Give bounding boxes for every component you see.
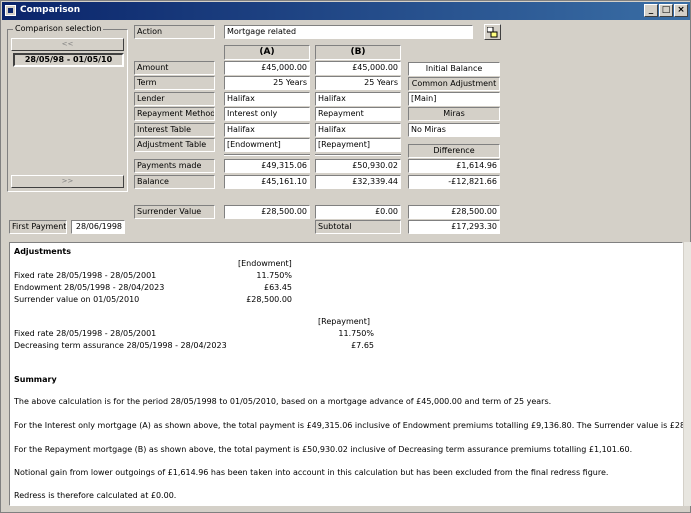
- first-payment-field[interactable]: 28/06/1998: [71, 220, 125, 234]
- endowment-row-label: Endowment 28/05/1998 - 28/04/2023: [14, 283, 165, 292]
- payments-made-diff-field[interactable]: £1,614.96: [408, 159, 500, 173]
- repayment-row-label: Fixed rate 28/05/1998 - 28/05/2001: [14, 329, 157, 338]
- maximize-icon[interactable]: □: [659, 4, 673, 17]
- adjustment-table-label: Adjustment Table: [134, 138, 215, 152]
- action-label: Action: [134, 25, 215, 39]
- amount-b-field[interactable]: £45,000.00: [315, 61, 401, 75]
- miras-label: Miras: [408, 107, 500, 121]
- payments-made-label: Payments made: [134, 159, 215, 173]
- app-icon: [5, 5, 16, 16]
- close-icon[interactable]: ×: [674, 4, 688, 17]
- term-a-field[interactable]: 25 Years: [224, 76, 310, 90]
- balance-diff-field[interactable]: -£12,821.66: [408, 175, 500, 189]
- calculator-button[interactable]: [484, 24, 501, 40]
- comparison-selection-title: Comparison selection: [13, 24, 104, 33]
- surrender-value-diff-field[interactable]: £28,500.00: [408, 205, 500, 219]
- term-label: Term: [134, 76, 215, 90]
- endowment-row-label: Surrender value on 01/05/2010: [14, 295, 140, 304]
- summary-heading: Summary: [14, 375, 57, 384]
- summary-paragraph: The above calculation is for the period …: [14, 397, 552, 406]
- lender-a-field[interactable]: Halifax: [224, 92, 310, 106]
- balance-label: Balance: [134, 175, 215, 189]
- interest-table-b-field[interactable]: Halifax: [315, 123, 401, 137]
- lender-label: Lender: [134, 92, 215, 106]
- subtotal-label: Subtotal: [315, 220, 401, 234]
- separator-b: [315, 154, 401, 156]
- repayment-method-b-field[interactable]: Repayment: [315, 107, 401, 121]
- comparison-selection-group: Comparison selection << 28/05/98 - 01/05…: [7, 24, 128, 192]
- amount-a-field[interactable]: £45,000.00: [224, 61, 310, 75]
- miras-field[interactable]: No Miras: [408, 123, 500, 137]
- term-b-field[interactable]: 25 Years: [315, 76, 401, 90]
- next-button[interactable]: >>: [11, 175, 124, 188]
- subtotal-field[interactable]: £17,293.30: [408, 220, 500, 234]
- first-payment-label: First Payment: [9, 220, 67, 234]
- endowment-row-value: 11.750%: [256, 271, 292, 280]
- endowment-row-value: £28,500.00: [246, 295, 292, 304]
- repayment-method-a-field[interactable]: Interest only: [224, 107, 310, 121]
- common-adjustment-label: Common Adjustment: [408, 77, 500, 91]
- window-title: Comparison: [20, 5, 81, 15]
- surrender-value-label: Surrender Value: [134, 205, 215, 219]
- repayment-method-label: Repayment Method: [134, 107, 215, 121]
- calculator-icon: [487, 27, 498, 38]
- balance-b-field[interactable]: £32,339.44: [315, 175, 401, 189]
- selected-period[interactable]: 28/05/98 - 01/05/10: [13, 53, 124, 67]
- column-b-header: (B): [315, 45, 401, 60]
- endowment-row-label: Fixed rate 28/05/1998 - 28/05/2001: [14, 271, 157, 280]
- initial-balance-field[interactable]: Initial Balance: [408, 62, 500, 76]
- repayment-header: [Repayment]: [318, 317, 370, 326]
- lender-b-field[interactable]: Halifax: [315, 92, 401, 106]
- interest-table-label: Interest Table: [134, 123, 215, 137]
- repayment-row-value: £7.65: [351, 341, 374, 350]
- surrender-value-a-field[interactable]: £28,500.00: [224, 205, 310, 219]
- amount-label: Amount: [134, 61, 215, 75]
- adjustments-heading: Adjustments: [14, 247, 71, 256]
- report-scrollbar[interactable]: [683, 242, 691, 506]
- action-field[interactable]: Mortgage related: [224, 25, 473, 39]
- payments-made-a-field[interactable]: £49,315.06: [224, 159, 310, 173]
- difference-label: Difference: [408, 144, 500, 158]
- surrender-value-b-field[interactable]: £0.00: [315, 205, 401, 219]
- summary-paragraph: Redress is therefore calculated at £0.00…: [14, 491, 177, 500]
- minimize-icon[interactable]: _: [644, 4, 658, 17]
- repayment-row-label: Decreasing term assurance 28/05/1998 - 2…: [14, 341, 227, 350]
- title-bar[interactable]: Comparison _ □ ×: [2, 2, 690, 20]
- summary-paragraph: For the Interest only mortgage (A) as sh…: [14, 421, 691, 430]
- endowment-row-value: £63.45: [264, 283, 292, 292]
- summary-paragraph: Notional gain from lower outgoings of £1…: [14, 468, 609, 477]
- report-panel[interactable]: Adjustments [Endowment] Fixed rate 28/05…: [9, 242, 691, 506]
- previous-button[interactable]: <<: [11, 38, 124, 51]
- interest-table-a-field[interactable]: Halifax: [224, 123, 310, 137]
- repayment-row-value: 11.750%: [338, 329, 374, 338]
- column-a-header: (A): [224, 45, 310, 60]
- balance-a-field[interactable]: £45,161.10: [224, 175, 310, 189]
- comparison-window: Comparison _ □ × Comparison selection <<…: [0, 0, 691, 513]
- payments-made-b-field[interactable]: £50,930.02: [315, 159, 401, 173]
- adjustment-table-b-field[interactable]: [Repayment]: [315, 138, 401, 152]
- common-adjustment-field[interactable]: [Main]: [408, 92, 500, 106]
- adjustment-table-a-field[interactable]: [Endowment]: [224, 138, 310, 152]
- separator-a: [224, 154, 310, 156]
- summary-paragraph: For the Repayment mortgage (B) as shown …: [14, 445, 633, 454]
- endowment-header: [Endowment]: [238, 259, 292, 268]
